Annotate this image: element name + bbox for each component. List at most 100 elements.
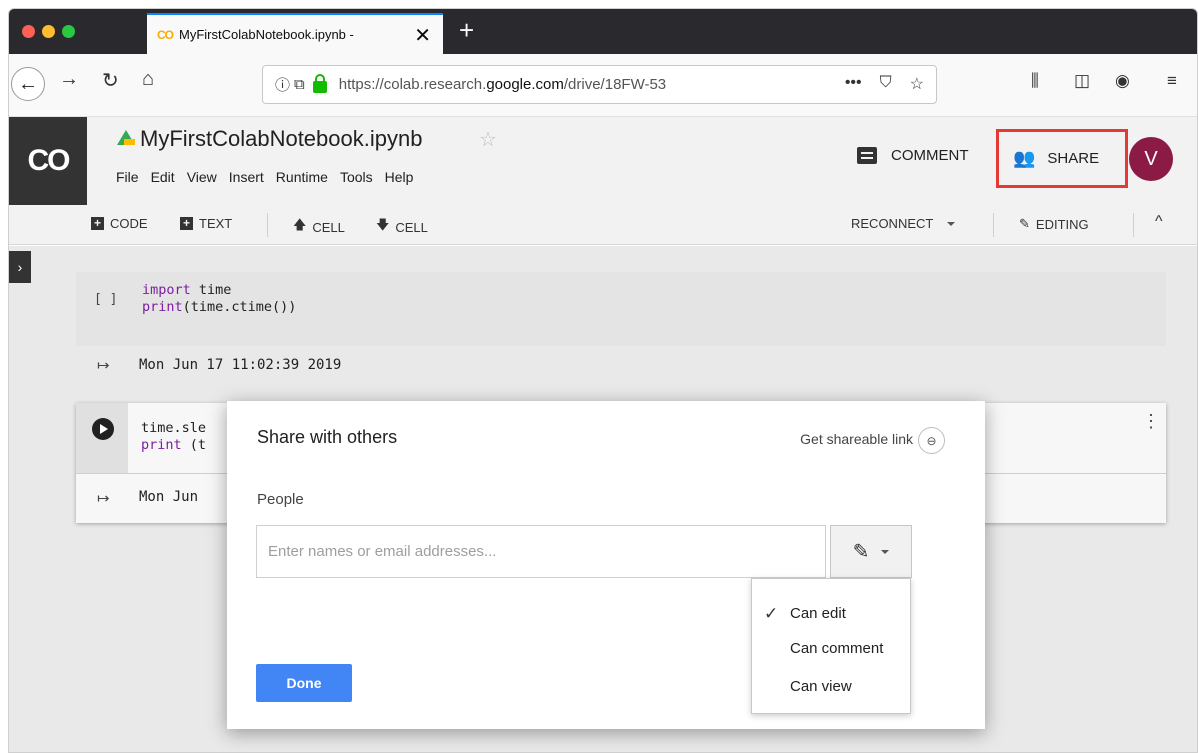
bookmark-star-icon[interactable]: ☆	[910, 74, 924, 94]
menu-insert[interactable]: Insert	[229, 169, 264, 185]
screenshot-frame: CO MyFirstColabNotebook.ipynb - ✕ + ← → …	[8, 8, 1198, 753]
pencil-icon: ✎	[1019, 216, 1030, 231]
permission-dropdown-button[interactable]: ✎	[830, 525, 912, 578]
check-icon: ✓	[764, 604, 779, 623]
cell-output: Mon Jun 17 11:02:39 2019	[139, 357, 342, 373]
menu-file[interactable]: File	[116, 169, 139, 185]
pencil-icon: ✎	[852, 541, 870, 563]
menu-help[interactable]: Help	[385, 169, 414, 185]
colab-favicon-icon: CO	[157, 27, 174, 42]
menu-edit[interactable]: Edit	[151, 169, 175, 185]
star-icon[interactable]: ☆	[479, 127, 497, 152]
account-icon[interactable]: ◉	[1115, 71, 1130, 91]
toolbar-divider	[993, 213, 994, 237]
toolbar-divider	[1133, 213, 1134, 237]
people-input[interactable]: Enter names or email addresses...	[256, 525, 826, 578]
plus-box-icon: +	[180, 217, 193, 230]
avatar[interactable]: V	[1129, 137, 1173, 181]
maximize-window-button[interactable]	[62, 25, 75, 38]
home-icon[interactable]: ⌂	[142, 68, 154, 91]
tab-title: MyFirstColabNotebook.ipynb -	[179, 27, 354, 42]
cell-down-label: CELL	[395, 219, 428, 235]
page-actions-icon[interactable]: •••	[845, 74, 862, 94]
url-bar[interactable]: ⓘ ⧉ https://colab.research.google.com/dr…	[262, 65, 937, 104]
new-tab-button[interactable]: +	[459, 15, 474, 46]
menu-bar: File Edit View Insert Runtime Tools Help	[116, 169, 413, 185]
close-tab-icon[interactable]: ✕	[414, 23, 431, 48]
editing-label: EDITING	[1035, 216, 1089, 232]
code-editor[interactable]: import time print(time.ctime())	[142, 282, 296, 316]
notebook-title[interactable]: MyFirstColabNotebook.ipynb	[140, 126, 422, 152]
code-text: time	[190, 282, 232, 298]
permission-option-can-comment[interactable]: Can comment	[790, 640, 883, 657]
hamburger-menu-icon[interactable]: ≡	[1167, 71, 1177, 91]
comment-label: COMMENT	[891, 147, 969, 164]
menu-view[interactable]: View	[187, 169, 217, 185]
output-icon[interactable]: ↦	[97, 489, 110, 507]
share-label: SHARE	[1047, 150, 1100, 167]
cell-run-indicator[interactable]: [ ]	[94, 292, 117, 307]
output-icon[interactable]: ↦	[97, 356, 110, 374]
chevron-down-icon	[947, 221, 956, 226]
arrow-down-icon: 🡇	[376, 217, 390, 232]
code-label: CODE	[110, 216, 148, 231]
colab-logo[interactable]: CO	[9, 117, 87, 205]
move-cell-up-button[interactable]: 🡅 CELL	[293, 216, 345, 238]
permission-option-can-view[interactable]: Can view	[790, 678, 852, 695]
back-arrow-icon: ←	[18, 72, 38, 95]
pocket-icon[interactable]: ⛉	[880, 74, 892, 94]
chevron-down-icon	[881, 549, 890, 554]
browser-nav-bar: ← → ↻ ⌂ ⓘ ⧉ https://colab.research.googl…	[9, 54, 1197, 117]
editing-mode-button[interactable]: ✎ EDITING	[1019, 216, 1089, 232]
arrow-up-icon: 🡅	[293, 217, 307, 232]
comment-button[interactable]: COMMENT	[857, 147, 969, 164]
people-label: People	[257, 491, 304, 508]
colab-header: CO MyFirstColabNotebook.ipynb ☆ File Edi…	[9, 117, 1197, 205]
minimize-window-button[interactable]	[42, 25, 55, 38]
cell-menu-icon[interactable]: ⋮	[1142, 412, 1160, 430]
reload-icon[interactable]: ↻	[102, 68, 119, 93]
text-label: TEXT	[199, 216, 233, 231]
permission-option-can-edit[interactable]: Can edit	[790, 605, 846, 622]
forward-arrow-icon[interactable]: →	[59, 68, 79, 91]
code-text: (time.ctime())	[182, 299, 297, 315]
sidebar-icon[interactable]: ◫	[1074, 71, 1090, 91]
comment-icon	[857, 147, 877, 164]
menu-runtime[interactable]: Runtime	[276, 169, 328, 185]
permission-menu: ✓ Can edit Can comment Can view	[751, 578, 911, 714]
add-text-button[interactable]: + TEXT	[180, 216, 232, 231]
get-shareable-link[interactable]: Get shareable link	[800, 431, 913, 447]
code-keyword: print	[142, 299, 183, 315]
cell-output: Mon Jun	[139, 489, 199, 505]
google-drive-icon	[117, 130, 135, 145]
close-window-button[interactable]	[22, 25, 35, 38]
code-keyword: import	[142, 282, 191, 298]
code-text: (t	[181, 437, 207, 453]
browser-tab[interactable]: CO MyFirstColabNotebook.ipynb - ✕	[147, 13, 443, 54]
run-cell-area	[76, 403, 128, 473]
library-icon[interactable]: ⫼	[1031, 71, 1039, 91]
link-icon[interactable]: ⊖	[918, 427, 945, 454]
site-info-icon[interactable]: ⓘ	[275, 74, 290, 95]
collapse-header-icon[interactable]: ^	[1155, 213, 1163, 231]
code-editor[interactable]: time.sle print (t	[141, 420, 206, 454]
lock-icon	[312, 74, 327, 93]
done-button[interactable]: Done	[256, 664, 352, 702]
share-button[interactable]: 👥 SHARE	[996, 129, 1128, 188]
dialog-title: Share with others	[257, 427, 398, 447]
code-cell[interactable]: [ ] import time print(time.ctime())	[76, 272, 1166, 346]
reconnect-label: RECONNECT	[851, 216, 934, 231]
browser-tab-bar: CO MyFirstColabNotebook.ipynb - ✕ +	[9, 9, 1197, 54]
toolbar-divider	[267, 213, 268, 237]
back-button[interactable]: ←	[11, 67, 45, 101]
code-keyword: print	[141, 437, 182, 453]
add-code-button[interactable]: + CODE	[91, 216, 148, 231]
sidebar-toggle-icon[interactable]: ›	[9, 251, 31, 283]
move-cell-down-button[interactable]: 🡇 CELL	[376, 216, 428, 238]
menu-tools[interactable]: Tools	[340, 169, 373, 185]
permissions-icon[interactable]: ⧉	[294, 76, 305, 93]
run-cell-button[interactable]	[92, 418, 114, 440]
reconnect-button[interactable]: RECONNECT	[851, 216, 956, 231]
url-text[interactable]: https://colab.research.google.com/drive/…	[339, 76, 666, 93]
people-icon: 👥	[1013, 148, 1036, 168]
